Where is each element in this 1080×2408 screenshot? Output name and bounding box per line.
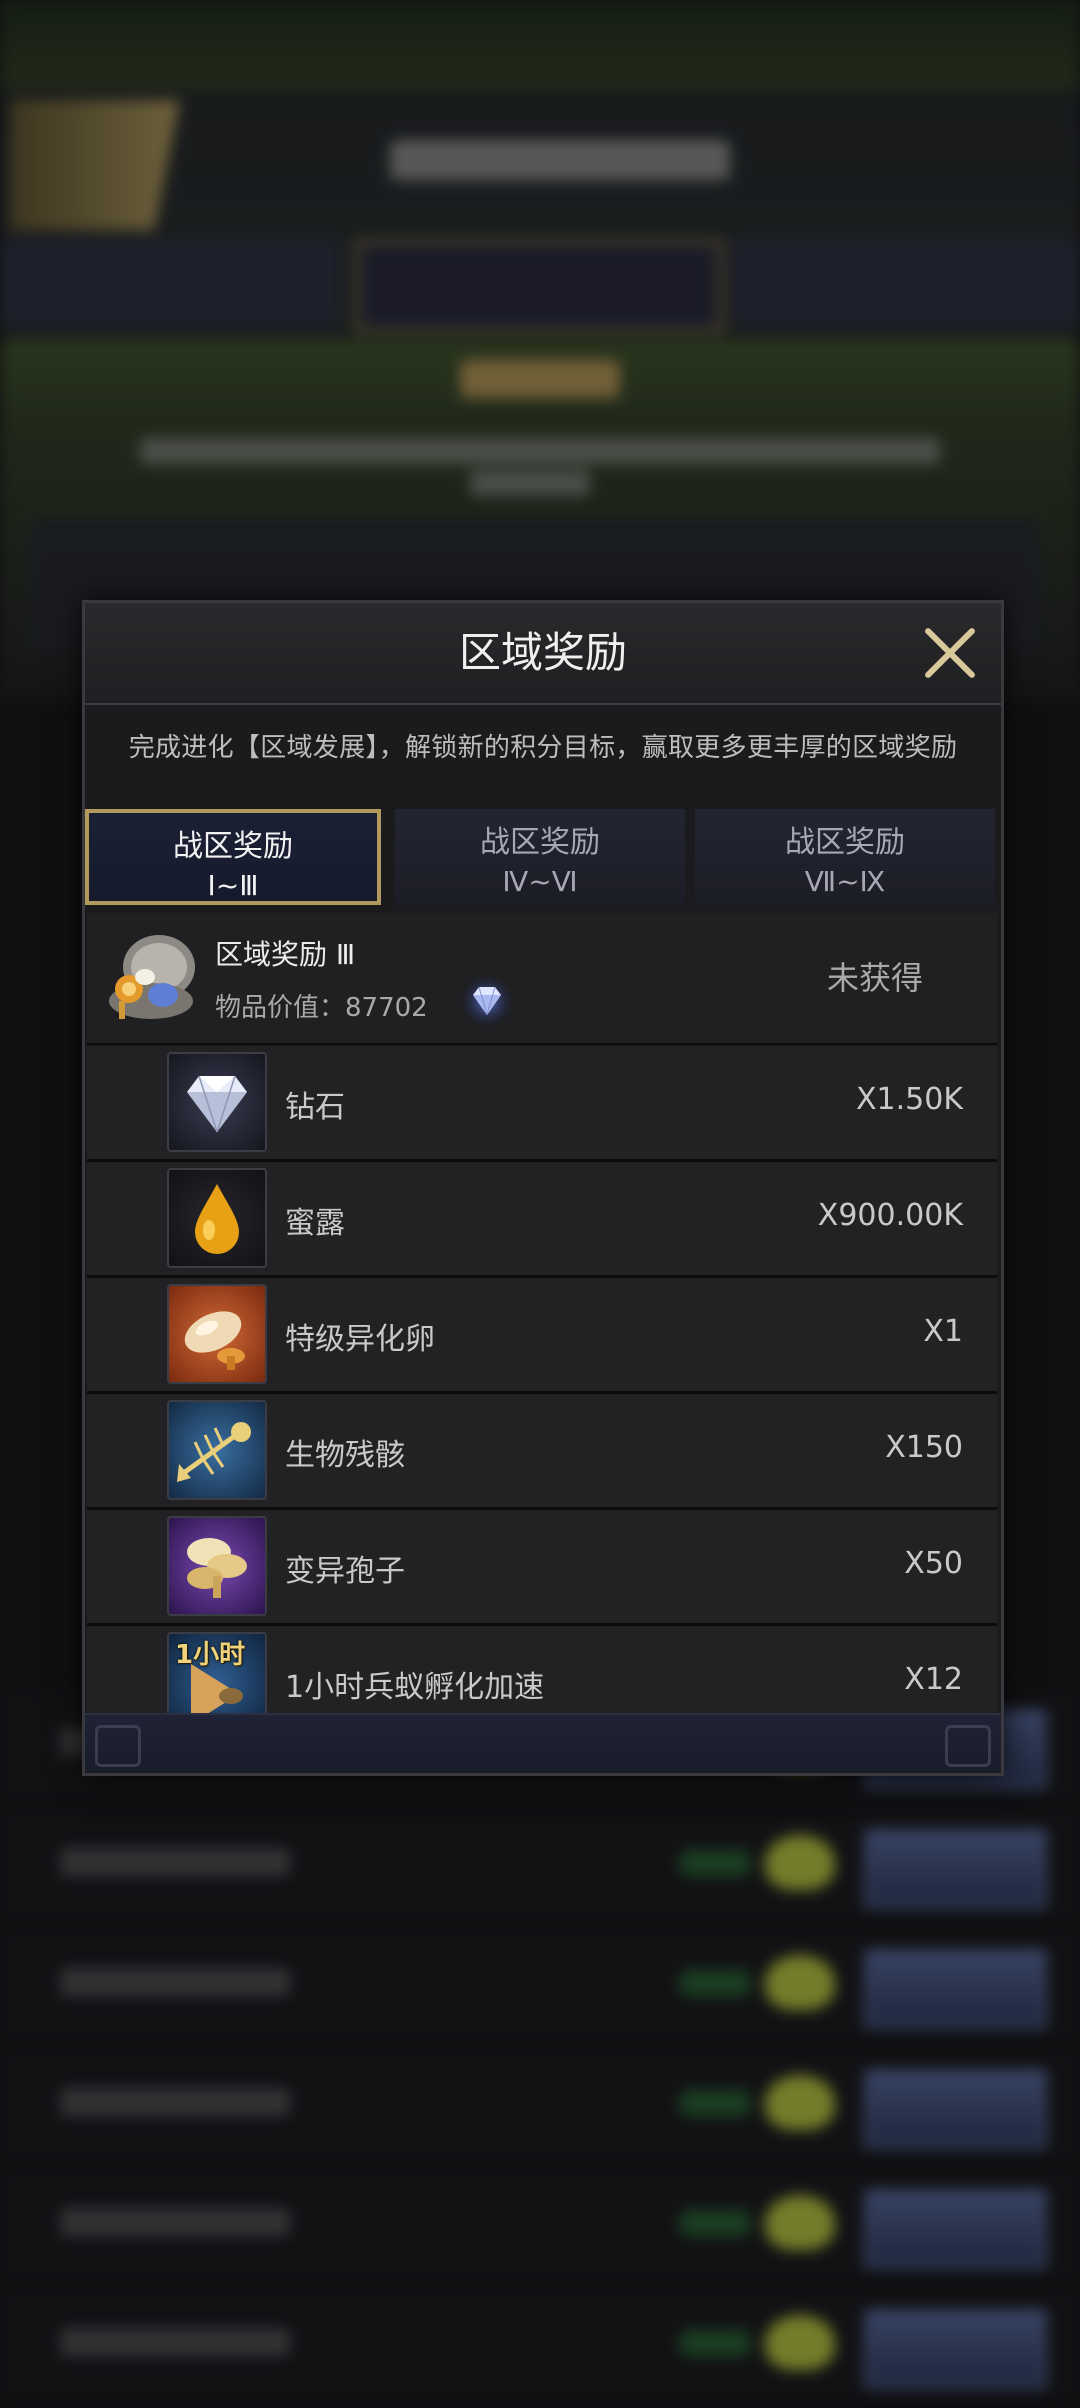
reward-modal: 区域奖励 完成进化【区域发展】，解锁新的积分目标，赢取更多更丰厚的区域奖励 战区…	[82, 600, 1004, 1776]
fish-skeleton-icon	[167, 1400, 267, 1500]
tab-zone-1-3[interactable]: 战区奖励 Ⅰ~Ⅲ	[85, 809, 381, 905]
reward-group-name: 区域奖励 Ⅲ	[215, 938, 356, 971]
list-item: 钻石 X1.50K	[87, 1046, 997, 1162]
item-quantity: X150	[885, 1430, 963, 1465]
footer-ornament	[945, 1725, 991, 1767]
tab-label: 战区奖励	[480, 825, 600, 860]
list-item: 特级异化卵 X1	[87, 1278, 997, 1394]
modal-title: 区域奖励	[458, 628, 627, 677]
reward-list[interactable]: 区域奖励 Ⅲ 物品价值：87702 未获得 钻石 X1.50K 蜜露 X900.…	[87, 913, 997, 1713]
tab-zone-4-6[interactable]: 战区奖励 Ⅳ~Ⅵ	[395, 809, 685, 905]
item-quantity: X1.50K	[855, 1082, 963, 1117]
modal-description: 完成进化【区域发展】，解锁新的积分目标，赢取更多更丰厚的区域奖励	[128, 733, 958, 763]
close-icon[interactable]	[920, 623, 980, 683]
tab-zone-7-9[interactable]: 战区奖励 Ⅶ~Ⅸ	[695, 809, 995, 905]
modal-footer	[85, 1713, 1001, 1772]
item-name: 1小时兵蚁孵化加速	[285, 1670, 545, 1705]
list-item: 蜜露 X900.00K	[87, 1162, 997, 1278]
item-name: 蜜露	[285, 1206, 345, 1241]
item-quantity: X1	[923, 1314, 963, 1349]
item-name: 生物残骸	[285, 1438, 405, 1473]
diamond-icon	[461, 975, 513, 1027]
speedup-duration-label: 1小时	[175, 1640, 246, 1670]
reward-group-value: 物品价值：87702	[215, 993, 428, 1023]
item-quantity: X12	[904, 1662, 963, 1697]
list-item: 生物残骸 X150	[87, 1394, 997, 1510]
honeydew-drop-icon	[167, 1168, 267, 1268]
spore-icon	[167, 1516, 267, 1616]
item-name: 变异孢子	[285, 1554, 405, 1589]
tab-bar: 战区奖励 Ⅰ~Ⅲ 战区奖励 Ⅳ~Ⅵ 战区奖励 Ⅶ~Ⅸ	[85, 809, 1001, 905]
tab-label: 战区奖励	[173, 829, 293, 864]
item-quantity: X900.00K	[817, 1198, 963, 1233]
list-item: 1小时 1小时兵蚁孵化加速 X12	[87, 1626, 997, 1713]
egg-icon	[167, 1284, 267, 1384]
item-quantity: X50	[904, 1546, 963, 1581]
footer-ornament	[95, 1725, 141, 1767]
tab-range: Ⅶ~Ⅸ	[804, 865, 886, 898]
tab-range: Ⅳ~Ⅵ	[502, 865, 578, 898]
list-item: 变异孢子 X50	[87, 1510, 997, 1626]
reward-status: 未获得	[827, 959, 924, 997]
reward-group-header: 区域奖励 Ⅲ 物品价值：87702 未获得	[87, 913, 997, 1045]
item-name: 特级异化卵	[285, 1322, 435, 1357]
speedup-icon: 1小时	[167, 1632, 267, 1713]
diamond-icon	[167, 1052, 267, 1152]
modal-header: 区域奖励	[85, 603, 1001, 705]
tab-label: 战区奖励	[785, 825, 905, 860]
tab-range: Ⅰ~Ⅲ	[207, 869, 259, 902]
item-name: 钻石	[285, 1090, 345, 1125]
chest-icon	[109, 935, 195, 1019]
